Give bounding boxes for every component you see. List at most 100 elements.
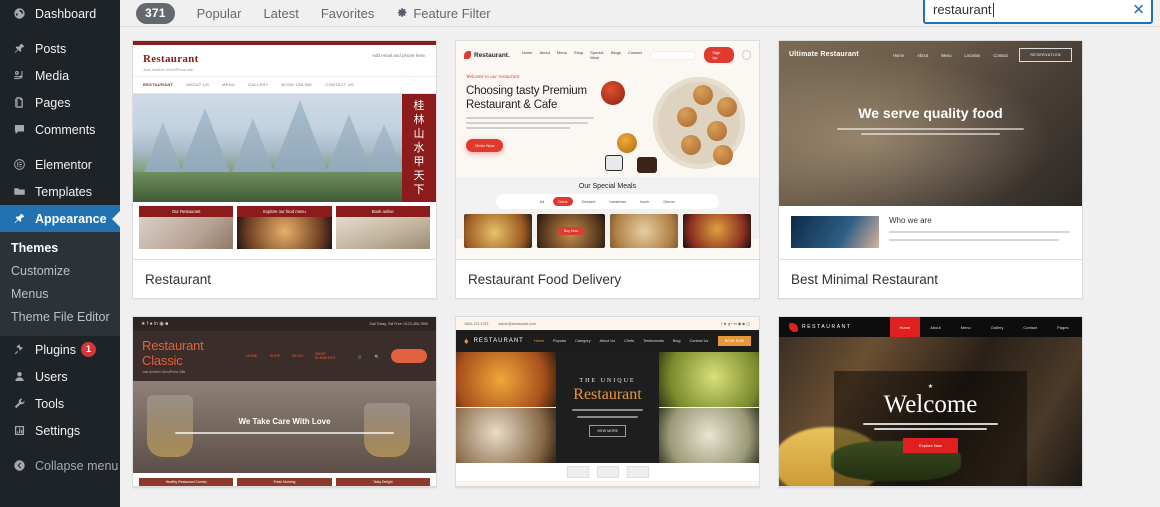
theme-title: Best Minimal Restaurant (779, 260, 1082, 298)
preview-phone: 1800-123-4753 (464, 321, 489, 326)
preview-bottom-strip (456, 463, 759, 481)
star-icon: ★ (927, 384, 934, 390)
preview-nav-item: Blogs (610, 50, 621, 55)
theme-search: restaurant ✕ (924, 0, 1152, 23)
sidebar-item-posts[interactable]: Posts (0, 35, 120, 62)
preview-nav-item-active: Home (889, 317, 921, 337)
preview-cta-button: Order Now (466, 139, 504, 152)
submenu-item-themes[interactable]: Themes (0, 237, 120, 260)
banner-char: 甲 (413, 155, 425, 168)
sidebar-item-templates[interactable]: Templates (0, 178, 120, 205)
preview-nav-item: Menu (960, 324, 971, 330)
preview-box-caption: Our Restaurant (139, 206, 234, 217)
preview-heading: Choosing tasty Premium Restaurant & Cafe (466, 85, 587, 111)
sidebar-item-pages[interactable]: Pages (0, 89, 120, 116)
preview-logo: Restaurant Classic (142, 338, 204, 368)
preview-nav-item: Contact Us (689, 339, 709, 343)
theme-grid: Restaurant Just another WordPress site A… (120, 27, 1160, 488)
preview-search-box (649, 50, 697, 60)
banner-char: 山 (413, 127, 425, 140)
theme-card[interactable]: RESTAURANT Home About Menu Gallery Conta… (778, 316, 1083, 488)
preview-body-text (779, 128, 1082, 135)
preview-nav-item: CONTACT US (325, 82, 355, 87)
preview-heading: We Take Care With Love (238, 417, 331, 426)
sidebar-item-label: Posts (35, 41, 67, 56)
theme-card[interactable]: 1800-123-4753 admin@restaurant.com f ★ g… (455, 316, 760, 488)
preview-hero-image (599, 71, 749, 173)
pages-icon (9, 96, 29, 109)
preview-nav-item-active: Home (533, 339, 544, 343)
preview-logo: RESTAURANT (789, 322, 852, 332)
sidebar-item-dashboard[interactable]: Dashboard (0, 0, 120, 27)
banner-char: 水 (413, 141, 425, 154)
preview-nav-item: GALLERY (248, 82, 269, 87)
preview-nav-item: Category (575, 339, 591, 343)
preview-nav-item: Chefs (624, 339, 635, 343)
sidebar-item-plugins[interactable]: Plugins 1 (0, 336, 120, 363)
preview-nav-item: ABOUT US (186, 82, 210, 87)
preview-buy-button: Buy Now (557, 227, 585, 235)
sidebar-item-users[interactable]: Users (0, 363, 120, 390)
close-icon[interactable]: ✕ (1132, 2, 1145, 17)
plugins-update-badge: 1 (81, 342, 96, 357)
filter-link-latest[interactable]: Latest (263, 6, 298, 21)
banner-char: 桂 (413, 99, 425, 112)
feature-filter-button[interactable]: Feature Filter (396, 6, 491, 21)
preview-pill: lunch (639, 199, 650, 204)
theme-card[interactable]: Restaurant Just another WordPress site A… (132, 40, 437, 299)
preview-hero-image: We Take Care With Love (133, 381, 436, 473)
social-icons: f ★ g+ in ◉ ■ 🛒 (721, 321, 751, 326)
preview-heading: Restaurant (573, 386, 642, 403)
preview-nav-item: Gallery (990, 324, 1004, 330)
sidebar-item-appearance[interactable]: Appearance (0, 205, 120, 232)
sidebar-item-label: Elementor (35, 157, 92, 172)
filter-link-popular[interactable]: Popular (197, 6, 242, 21)
sidebar-item-label: Plugins (35, 342, 76, 357)
preview-nav: Home About Menu Gallery Contact Pages (889, 317, 1079, 337)
sidebar-item-tools[interactable]: Tools (0, 390, 120, 417)
preview-nav-item: BLOG (292, 354, 303, 358)
theme-screenshot: RESTAURANT Home About Menu Gallery Conta… (779, 317, 1082, 487)
preview-nav-item: About (930, 324, 941, 330)
preview-nav: HOME SHOP BLOG SHOP ELEMENTS 🛒 🔍 Find a … (246, 349, 427, 363)
theme-card[interactable]: ★ f ● in ◉ ■ Call Today, Toll Free: 0123… (132, 316, 437, 488)
preview-nav-item: Contact (1023, 324, 1038, 330)
theme-screenshot: Restaurant Just another WordPress site A… (133, 41, 436, 260)
submenu-item-customize[interactable]: Customize (0, 260, 120, 283)
text-cursor (992, 2, 994, 17)
sidebar-item-comments[interactable]: Comments (0, 116, 120, 143)
preview-nav-item: Home (892, 52, 905, 58)
sidebar-item-elementor[interactable]: Elementor (0, 151, 120, 178)
sidebar-item-label: Settings (35, 423, 81, 438)
preview-section-title: Our Special Meals (578, 183, 637, 190)
brush-icon (9, 212, 29, 225)
banner-char: 天 (413, 169, 425, 182)
gear-icon (396, 7, 408, 19)
filter-link-favorites[interactable]: Favorites (321, 6, 374, 21)
preview-box-caption: Tasty Delight (335, 478, 430, 486)
brand-mark-icon: ♦ (464, 336, 470, 346)
banner-char: 下 (413, 183, 425, 196)
preview-nav-item: Pages (1057, 324, 1069, 330)
preview-logo: Ultimate Restaurant (789, 51, 859, 58)
submenu-item-theme-file-editor[interactable]: Theme File Editor (0, 306, 120, 329)
preview-section-image (791, 216, 879, 248)
preview-hero-image: ★ Welcome Explore Now (779, 337, 1082, 486)
collapse-menu-button[interactable]: Collapse menu (0, 452, 120, 479)
sidebar-item-settings[interactable]: Settings (0, 417, 120, 444)
theme-filter-bar: 371 Popular Latest Favorites Feature Fil… (120, 0, 1160, 26)
sidebar-item-label: Users (35, 369, 68, 384)
themes-main-panel: 371 Popular Latest Favorites Feature Fil… (120, 0, 1160, 507)
search-input[interactable]: restaurant ✕ (924, 0, 1152, 23)
theme-card[interactable]: Restaurant. Home About Menu Shop Special… (455, 40, 760, 299)
preview-nav-item: Contact (627, 50, 642, 55)
sidebar-item-media[interactable]: Media (0, 62, 120, 89)
preview-nav-item: SHOP ELEMENTS (314, 352, 336, 360)
preview-feature-box: Book online (335, 206, 430, 249)
preview-logo: Restaurant. (464, 51, 510, 59)
preview-nav-item: Menu (556, 50, 567, 55)
preview-tagline: Just another WordPress site (143, 67, 194, 72)
preview-heading: We serve quality food (858, 105, 1003, 121)
submenu-item-menus[interactable]: Menus (0, 283, 120, 306)
theme-card[interactable]: Ultimate Restaurant Home About Menu Loca… (778, 40, 1083, 299)
